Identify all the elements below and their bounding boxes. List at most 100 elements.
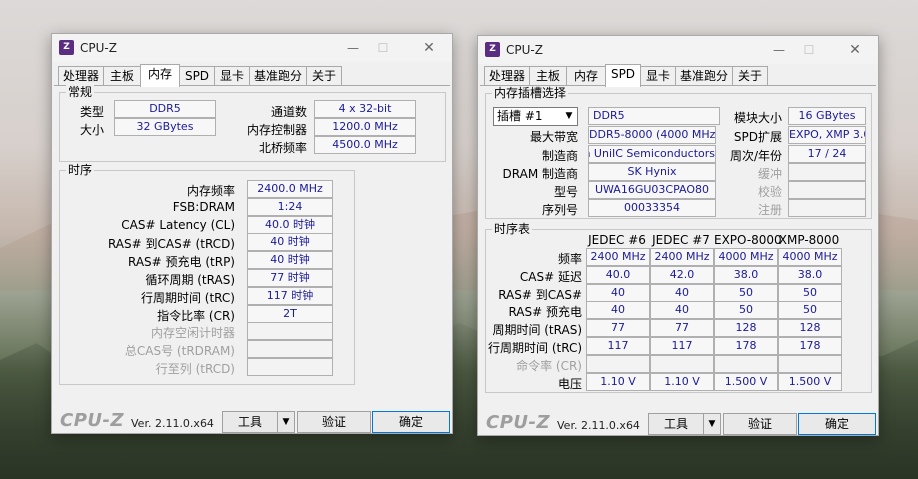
size-label: 大小 [79, 123, 104, 137]
timing-value [247, 322, 333, 341]
tab-6[interactable]: 关于 [306, 66, 342, 86]
minimize-button[interactable]: — [765, 40, 793, 60]
timing-cell: 1.500 V [778, 372, 842, 391]
timing-cell: 117 [650, 337, 714, 355]
timing-label: 总CAS号 (tRDRAM) [124, 344, 235, 359]
timing-label: 内存频率 [186, 184, 235, 198]
size-value: 32 GBytes [114, 118, 216, 136]
timing-label: FSB:DRAM [172, 199, 235, 214]
timing-label: 循环周期 (tRAS) [145, 273, 235, 287]
timing-value [247, 358, 333, 376]
tab-0[interactable]: 处理器 [484, 66, 530, 86]
timing-row-label: RAS# 到CAS# [498, 287, 582, 302]
timing-value: 1:24 [247, 197, 333, 216]
tab-5[interactable]: 基准跑分 [675, 66, 733, 86]
timing-cell [778, 354, 842, 373]
tab-1[interactable]: 主板 [103, 66, 141, 86]
minimize-button[interactable]: — [339, 38, 367, 58]
slot-select[interactable]: 插槽 #1 ▼ [493, 107, 578, 126]
timing-cell: 50 [778, 283, 842, 302]
timing-cell: 2400 MHz [650, 248, 714, 266]
timing-column-header: EXPO-8000 [714, 233, 782, 247]
validate-button[interactable]: 验证 [297, 411, 371, 433]
chevron-down-icon: ▼ [565, 111, 573, 121]
timing-cell: 178 [714, 337, 778, 355]
registered-value [788, 199, 866, 217]
channels-label: 通道数 [270, 105, 307, 119]
title-bar[interactable]: Z CPU-Z — ☐ ✕ [52, 34, 452, 62]
timing-cell: 40 [586, 301, 650, 320]
cpuz-app-icon: Z [59, 40, 74, 55]
tab-4[interactable]: 显卡 [640, 66, 676, 86]
manufacturer-value: Shun UniIC Semiconductors [588, 145, 716, 163]
validate-button[interactable]: 验证 [723, 413, 797, 435]
ok-button[interactable]: 确定 [372, 411, 450, 433]
timing-label: RAS# 预充电 (tRP) [127, 255, 235, 270]
timing-cell: 1.10 V [650, 372, 714, 391]
timing-cell: 128 [778, 319, 842, 338]
timing-cell: 40 [650, 283, 714, 302]
week-year-value: 17 / 24 [788, 145, 866, 163]
general-group-title: 常规 [66, 85, 95, 99]
timing-label: CAS# Latency (CL) [121, 217, 235, 232]
tab-3[interactable]: SPD [605, 64, 641, 87]
timing-row-label: 电压 [557, 376, 582, 391]
tools-button[interactable]: 工具 [648, 413, 704, 435]
timing-value: 2T [247, 304, 333, 323]
spd-ext-label: SPD扩展 [733, 130, 782, 144]
memory-controller-value: 1200.0 MHz [314, 118, 416, 136]
timing-cell: 38.0 [714, 265, 778, 284]
buffer-value [788, 163, 866, 181]
tab-4[interactable]: 显卡 [214, 66, 250, 86]
close-button[interactable]: ✕ [415, 38, 443, 58]
timing-row-label: 行周期时间 (tRC) [488, 341, 583, 355]
timing-column-header: XMP-8000 [778, 233, 840, 247]
tab-5[interactable]: 基准跑分 [249, 66, 307, 86]
timing-cell: 50 [714, 301, 778, 320]
maximize-button[interactable]: ☐ [795, 40, 823, 60]
spd-ext-value: EXPO, XMP 3.0 [788, 126, 866, 144]
serial-number-label: 序列号 [541, 203, 578, 217]
tab-6[interactable]: 关于 [732, 66, 768, 86]
timing-row-label: 周期时间 (tRAS) [492, 323, 582, 338]
tools-dropdown-arrow[interactable]: ▼ [703, 413, 721, 435]
northbridge-value: 4500.0 MHz [314, 136, 416, 154]
version-label: Ver. 2.11.0.x64 [131, 417, 214, 430]
tab-2[interactable]: 内存 [566, 66, 606, 86]
tab-2[interactable]: 内存 [140, 64, 180, 87]
tab-3[interactable]: SPD [179, 66, 215, 86]
timing-cell: 117 [586, 337, 650, 355]
module-size-label: 模块大小 [733, 111, 782, 125]
part-number-label: 型号 [553, 185, 578, 199]
timing-cell: 128 [714, 319, 778, 338]
checksum-label: 校验 [757, 185, 782, 199]
slot-select-value: 插槽 #1 [497, 109, 543, 123]
timing-label: RAS# 到CAS# (tRCD) [107, 237, 235, 252]
type-value: DDR5 [114, 100, 216, 118]
dram-manufacturer-label: DRAM 制造商 [502, 167, 578, 181]
tab-bar: 处理器 主板 内存 SPD 显卡 基准跑分 关于 [58, 64, 448, 87]
cpuz-app-icon: Z [485, 42, 500, 57]
timing-cell: 42.0 [650, 265, 714, 284]
tab-1[interactable]: 主板 [529, 66, 567, 86]
timing-cell: 4000 MHz [714, 248, 778, 266]
timing-cell: 178 [778, 337, 842, 355]
week-year-label: 周次/年份 [729, 149, 782, 163]
dram-manufacturer-value: SK Hynix [588, 163, 716, 181]
maximize-button[interactable]: ☐ [369, 38, 397, 58]
tools-dropdown-arrow[interactable]: ▼ [277, 411, 295, 433]
tools-button[interactable]: 工具 [222, 411, 278, 433]
cpuz-logo: CPU-Z [486, 412, 551, 433]
timing-group-title: 时序 [66, 163, 95, 177]
title-bar[interactable]: Z CPU-Z — ☐ ✕ [478, 36, 878, 64]
timing-cell: 40 [650, 301, 714, 320]
timing-label: 内存空闲计时器 [150, 326, 235, 341]
tab-0[interactable]: 处理器 [58, 66, 104, 86]
ok-button[interactable]: 确定 [798, 413, 876, 435]
timing-row-label: 命令率 (CR) [516, 358, 582, 373]
version-label: Ver. 2.11.0.x64 [557, 419, 640, 432]
northbridge-label: 北桥频率 [258, 141, 307, 155]
timing-row-label: RAS# 预充电 [508, 305, 582, 320]
timing-cell: 50 [714, 283, 778, 302]
close-button[interactable]: ✕ [841, 40, 869, 60]
